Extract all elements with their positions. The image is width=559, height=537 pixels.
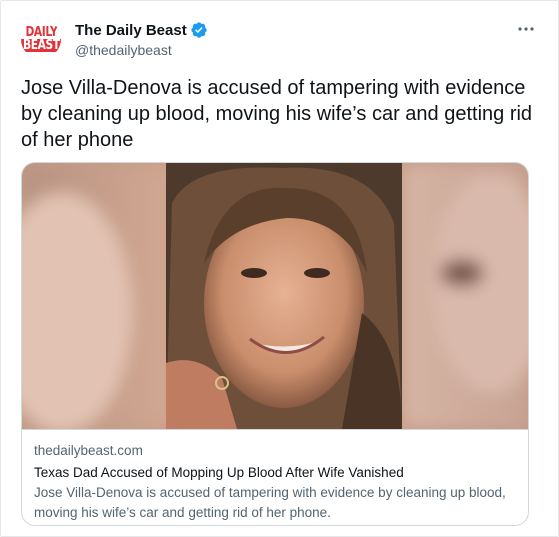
display-name[interactable]: The Daily Beast [75,22,187,39]
card-description: Jose Villa-Denova is accused of tamperin… [34,485,506,520]
author-handle[interactable]: @thedailybeast [75,42,208,58]
tweet: DAILY BEAST The Daily Beast @thedailybea… [0,0,559,537]
author-info: The Daily Beast @thedailybeast [75,21,208,58]
card-image[interactable] [22,163,528,429]
verified-badge-icon [190,21,208,39]
avatar[interactable]: DAILY BEAST [21,19,61,59]
card-body[interactable]: thedailybeast.com Texas Dad Accused of M… [22,429,528,525]
card-domain: thedailybeast.com [34,443,143,458]
author-name-row: The Daily Beast [75,21,208,39]
more-options-icon[interactable] [514,17,538,41]
tweet-text: Jose Villa-Denova is accused of tamperin… [21,77,533,151]
link-card[interactable]: thedailybeast.com Texas Dad Accused of M… [21,162,529,526]
avatar-logo-line2: BEAST [21,39,61,52]
card-title: Texas Dad Accused of Mopping Up Blood Af… [34,465,404,480]
